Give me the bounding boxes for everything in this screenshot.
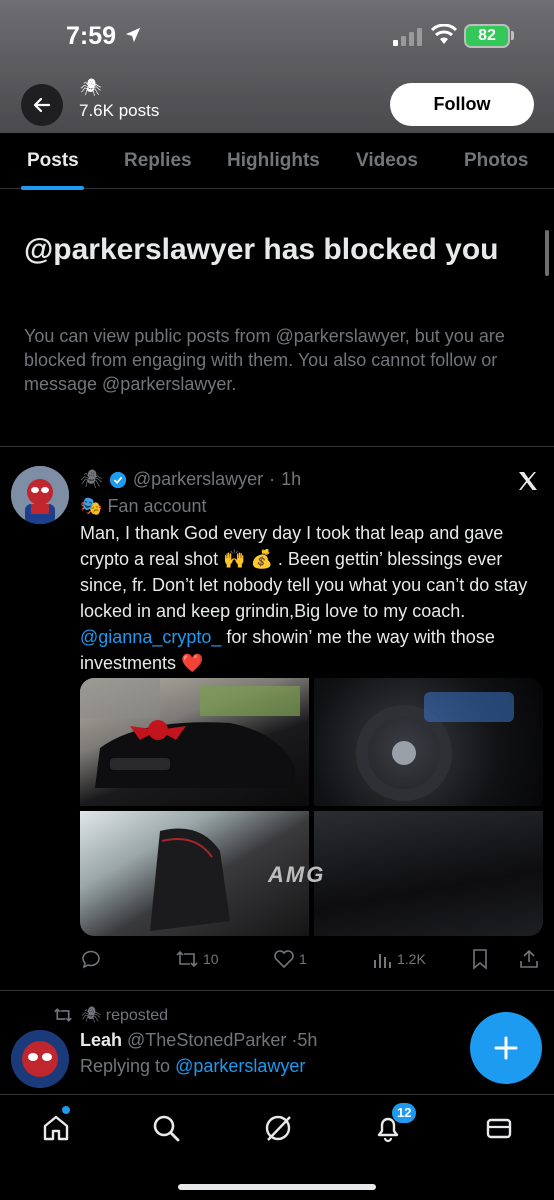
arrow-left-icon: [33, 97, 51, 113]
views-button[interactable]: 1.2K: [371, 948, 426, 970]
repost-header: Leah @TheStonedParker ·5h: [80, 1030, 317, 1051]
status-time: 7:59: [66, 22, 117, 50]
author-handle[interactable]: @parkerslawyer: [133, 469, 263, 490]
home-icon[interactable]: [41, 1113, 71, 1143]
bar-chart-icon: [374, 954, 391, 968]
heart-icon: [274, 950, 294, 969]
retweet-button[interactable]: 10: [175, 948, 219, 970]
tab-replies[interactable]: Replies: [124, 150, 192, 172]
mask-icon: 🎭: [80, 496, 103, 516]
post-actions: 10 1 1.2K: [80, 948, 540, 974]
like-button[interactable]: 1: [273, 948, 307, 970]
mention-link[interactable]: @gianna_crypto_: [80, 627, 221, 647]
retweet-icon: [54, 1008, 72, 1022]
amg-badge-text: AMG: [268, 862, 326, 887]
battery-tip: [511, 31, 514, 40]
post-media-grid: [80, 678, 543, 936]
media-car-front[interactable]: [80, 678, 309, 806]
profile-tabs: Posts Replies Highlights Videos Photos: [0, 133, 554, 190]
divider: [0, 446, 554, 447]
follow-button[interactable]: Follow: [390, 83, 534, 126]
tab-posts[interactable]: Posts: [27, 150, 79, 172]
compose-button[interactable]: [470, 1012, 542, 1084]
tab-photos[interactable]: Photos: [464, 150, 528, 172]
plus-icon: [494, 1036, 518, 1060]
post-author-avatar[interactable]: [11, 466, 69, 524]
scrollbar[interactable]: [545, 230, 549, 276]
blocked-description: You can view public posts from @parkersl…: [24, 326, 505, 394]
grok-icon[interactable]: [263, 1113, 293, 1143]
profile-name-emoji: 🕷: [80, 78, 102, 97]
spiderman-avatar-icon: [11, 1030, 69, 1088]
post-time: 1h: [281, 469, 302, 489]
back-button[interactable]: [21, 84, 63, 126]
media-steering-wheel[interactable]: [314, 678, 543, 806]
reply-button[interactable]: [80, 948, 102, 970]
steering-wheel-icon: [356, 692, 514, 801]
mail-icon[interactable]: [484, 1113, 514, 1143]
retweet-count: 10: [203, 951, 219, 967]
x-logo-icon: [519, 472, 537, 490]
view-count: 1.2K: [397, 951, 426, 967]
post-header: 🕷 @parkerslawyer · 1h: [80, 469, 301, 490]
reply-icon: [82, 950, 100, 969]
profile-header: 7:59 82 🕷 7.6K posts Follow: [0, 0, 554, 133]
battery-indicator: 82: [464, 24, 510, 48]
repost-author-name[interactable]: Leah: [80, 1030, 122, 1050]
tab-videos[interactable]: Videos: [356, 150, 418, 172]
red-bow-icon: [80, 678, 300, 788]
home-indicator: [178, 1184, 376, 1190]
like-count: 1: [299, 951, 307, 967]
verified-badge-icon: [109, 471, 126, 488]
spiderman-avatar-icon: [11, 466, 69, 524]
blocked-title: @parkerslawyer has blocked you: [24, 233, 499, 266]
battery-level: 82: [478, 27, 496, 44]
repost-author-avatar[interactable]: [11, 1030, 69, 1088]
tab-highlights[interactable]: Highlights: [227, 150, 320, 172]
retweet-icon: [176, 950, 198, 968]
posts-count: 7.6K posts: [79, 101, 160, 120]
repost-label: 🕷 reposted: [81, 1007, 169, 1024]
replying-to-mention[interactable]: @parkerslawyer: [175, 1056, 305, 1076]
share-icon: [520, 949, 538, 968]
bookmark-button[interactable]: [470, 948, 490, 970]
replying-to-line: Replying to @parkerslawyer: [80, 1056, 306, 1076]
home-unread-dot: [62, 1106, 70, 1114]
repost-author-handle[interactable]: @TheStonedParker: [127, 1030, 286, 1050]
cellular-signal-icon: [393, 28, 422, 46]
notifications-badge: 12: [392, 1103, 417, 1123]
location-arrow-icon: [125, 27, 141, 43]
author-name-emoji: 🕷: [80, 469, 103, 489]
search-icon[interactable]: [151, 1113, 181, 1143]
bookmark-icon: [473, 949, 487, 970]
media-amg-badge[interactable]: [314, 811, 543, 936]
repost-indicator: 🕷 reposted: [53, 1005, 168, 1025]
divider: [0, 990, 554, 991]
active-tab-indicator: [21, 186, 84, 190]
fan-account-label: 🎭 Fan account: [80, 496, 207, 516]
wifi-icon: [430, 24, 458, 44]
post-body: Man, I thank God every day I took that l…: [80, 523, 528, 673]
dot-separator: ·: [269, 469, 276, 489]
repost-time: 5h: [297, 1030, 318, 1050]
share-button[interactable]: [518, 948, 540, 970]
